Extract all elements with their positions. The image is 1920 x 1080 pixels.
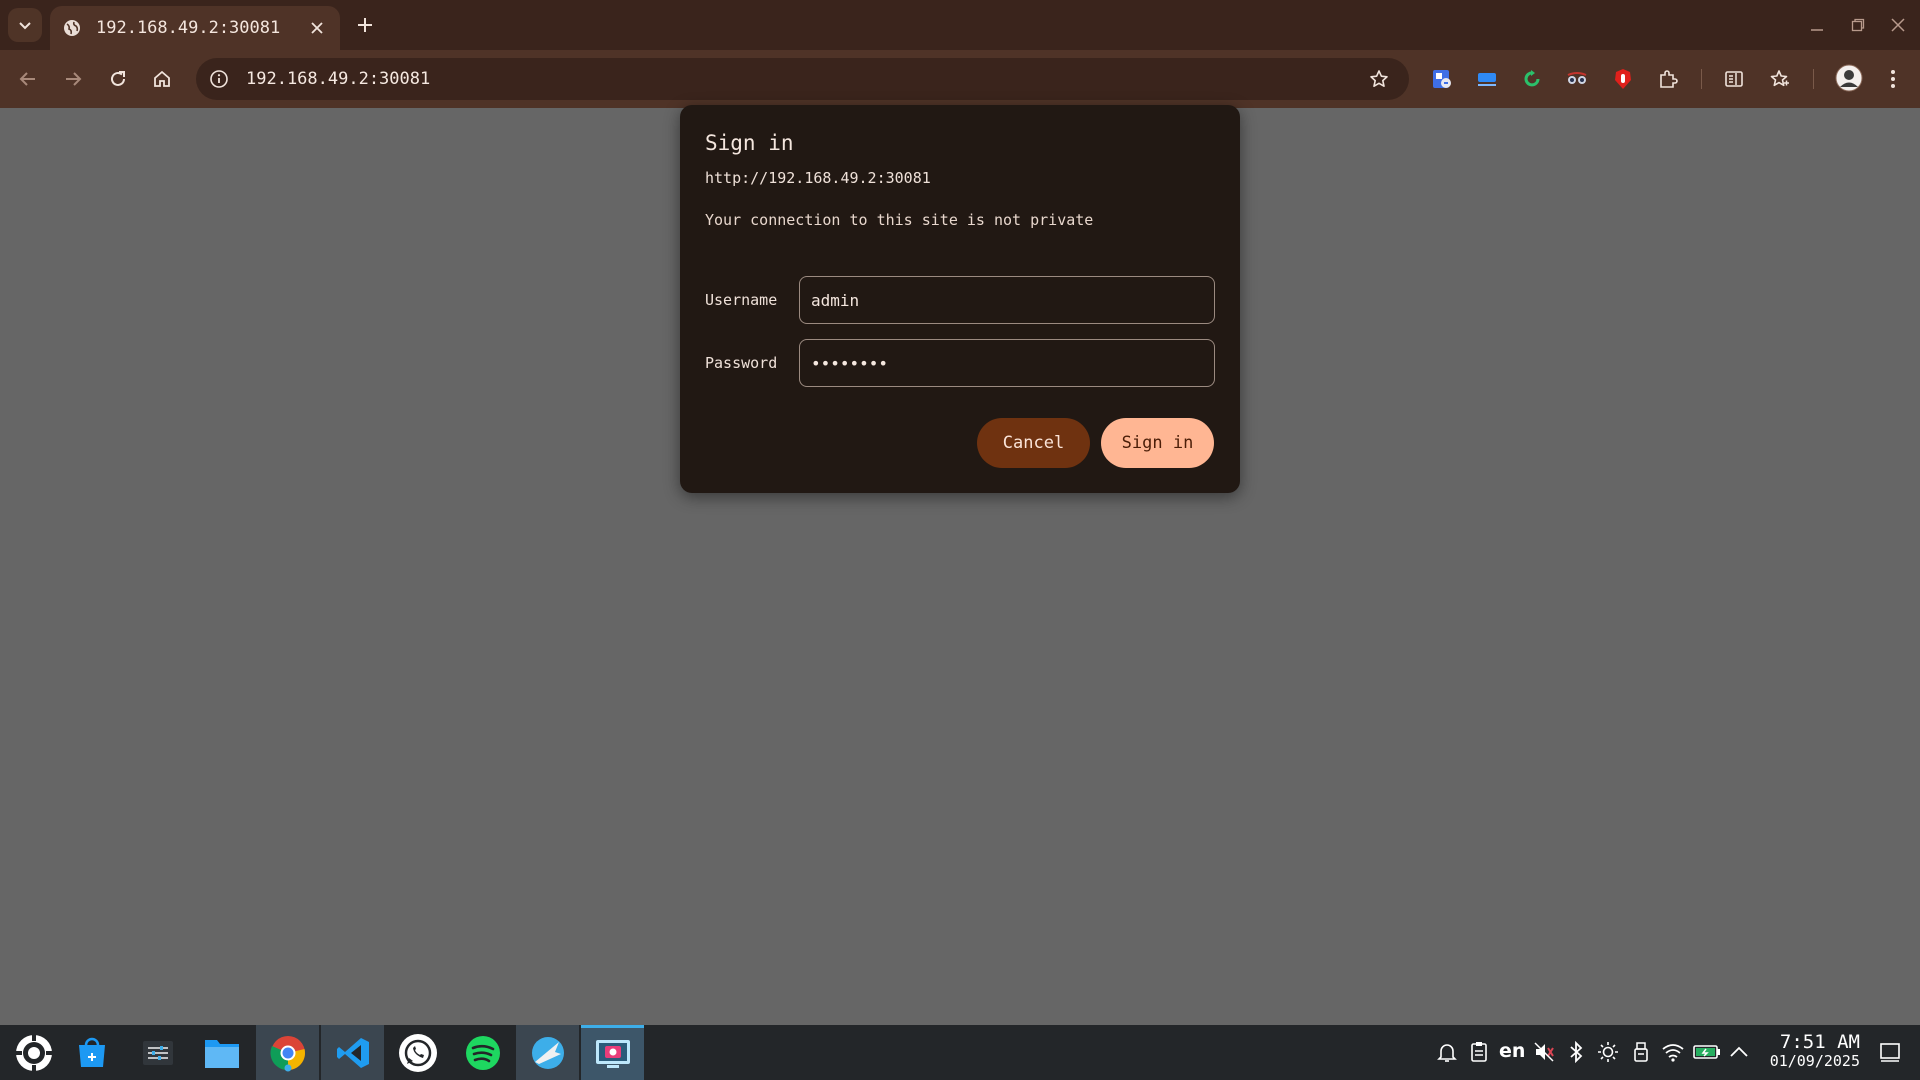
site-info-icon[interactable] xyxy=(204,64,234,94)
digital-clock[interactable]: 7:51 AM 01/09/2025 xyxy=(1760,1032,1860,1070)
minimize-icon[interactable] xyxy=(1804,12,1830,38)
address-bar[interactable]: 192.168.49.2:30081 xyxy=(196,58,1409,100)
username-row: Username admin xyxy=(705,276,1215,324)
password-label: Password xyxy=(705,354,778,372)
keyboard-layout-indicator[interactable]: en xyxy=(1499,1040,1525,1062)
vscode-app-icon[interactable] xyxy=(321,1025,384,1080)
taskbar: en 7:51 AM 01/09/2025 xyxy=(0,1025,1920,1080)
volume-muted-icon[interactable] xyxy=(1531,1039,1557,1065)
removable-device-icon[interactable] xyxy=(1628,1039,1654,1065)
dialog-origin: http://192.168.49.2:30081 xyxy=(705,169,931,187)
globe-icon xyxy=(62,18,82,38)
username-label: Username xyxy=(705,291,778,309)
close-window-icon[interactable] xyxy=(1885,12,1911,38)
clock-date: 01/09/2025 xyxy=(1769,1052,1860,1070)
new-tab-icon[interactable] xyxy=(350,10,380,40)
restore-icon[interactable] xyxy=(1845,12,1871,38)
extension-blue-bar-icon[interactable] xyxy=(1474,66,1500,92)
bookmarks-icon[interactable] xyxy=(1767,66,1793,92)
password-input[interactable]: •••••••• xyxy=(799,339,1215,387)
brightness-icon[interactable] xyxy=(1595,1039,1621,1065)
tab-search-button[interactable] xyxy=(8,8,42,42)
dialog-title: Sign in xyxy=(705,131,794,155)
system-settings-icon[interactable] xyxy=(126,1025,189,1080)
password-row: Password •••••••• xyxy=(705,339,1215,387)
browser-tab[interactable]: 192.168.49.2:30081 xyxy=(50,6,340,50)
extension-glasses-icon[interactable] xyxy=(1564,66,1590,92)
clipboard-icon[interactable] xyxy=(1466,1039,1492,1065)
whatsapp-app-icon[interactable] xyxy=(386,1025,449,1080)
show-hidden-tray-icon[interactable] xyxy=(1726,1039,1752,1065)
chevron-down-icon xyxy=(19,22,31,30)
file-manager-icon[interactable] xyxy=(190,1025,253,1080)
extension-refresh-icon[interactable] xyxy=(1519,66,1545,92)
notifications-icon[interactable] xyxy=(1434,1039,1460,1065)
sign-in-button[interactable]: Sign in xyxy=(1101,418,1214,468)
browser-menu-icon[interactable] xyxy=(1880,66,1906,92)
cancel-button[interactable]: Cancel xyxy=(977,418,1090,468)
battery-icon[interactable] xyxy=(1692,1039,1722,1065)
software-store-icon[interactable] xyxy=(60,1025,123,1080)
toolbar-separator xyxy=(1701,69,1702,89)
sign-in-dialog: Sign in http://192.168.49.2:30081 Your c… xyxy=(680,105,1240,493)
show-desktop-icon[interactable] xyxy=(1877,1039,1903,1065)
home-icon[interactable] xyxy=(145,62,179,96)
screenshot-app-icon[interactable] xyxy=(581,1025,644,1080)
spotify-app-icon[interactable] xyxy=(451,1025,514,1080)
app-launcher-icon[interactable] xyxy=(2,1025,65,1080)
privacy-warning: Your connection to this site is not priv… xyxy=(705,211,1094,229)
close-tab-icon[interactable] xyxy=(306,17,328,39)
kdeconnect-app-icon[interactable] xyxy=(516,1025,579,1080)
extension-shield-icon[interactable] xyxy=(1429,66,1455,92)
url-text[interactable]: 192.168.49.2:30081 xyxy=(246,69,430,89)
bookmark-star-icon[interactable] xyxy=(1367,67,1391,91)
reading-list-icon[interactable] xyxy=(1721,66,1747,92)
browser-toolbar: 192.168.49.2:30081 xyxy=(0,50,1920,108)
profile-avatar-icon[interactable] xyxy=(1834,63,1864,93)
chrome-app-icon[interactable] xyxy=(256,1025,319,1080)
toolbar-separator xyxy=(1813,69,1814,89)
tab-title: 192.168.49.2:30081 xyxy=(96,18,281,38)
reload-icon[interactable] xyxy=(101,62,135,96)
extension-stop-hand-icon[interactable] xyxy=(1610,66,1636,92)
extensions-puzzle-icon[interactable] xyxy=(1655,66,1681,92)
wifi-icon[interactable] xyxy=(1660,1039,1686,1065)
username-input[interactable]: admin xyxy=(799,276,1215,324)
tab-strip: 192.168.49.2:30081 xyxy=(0,0,1920,50)
back-icon[interactable] xyxy=(11,62,45,96)
clock-time: 7:51 AM xyxy=(1779,1031,1860,1053)
forward-icon[interactable] xyxy=(56,62,90,96)
bluetooth-icon[interactable] xyxy=(1563,1039,1589,1065)
